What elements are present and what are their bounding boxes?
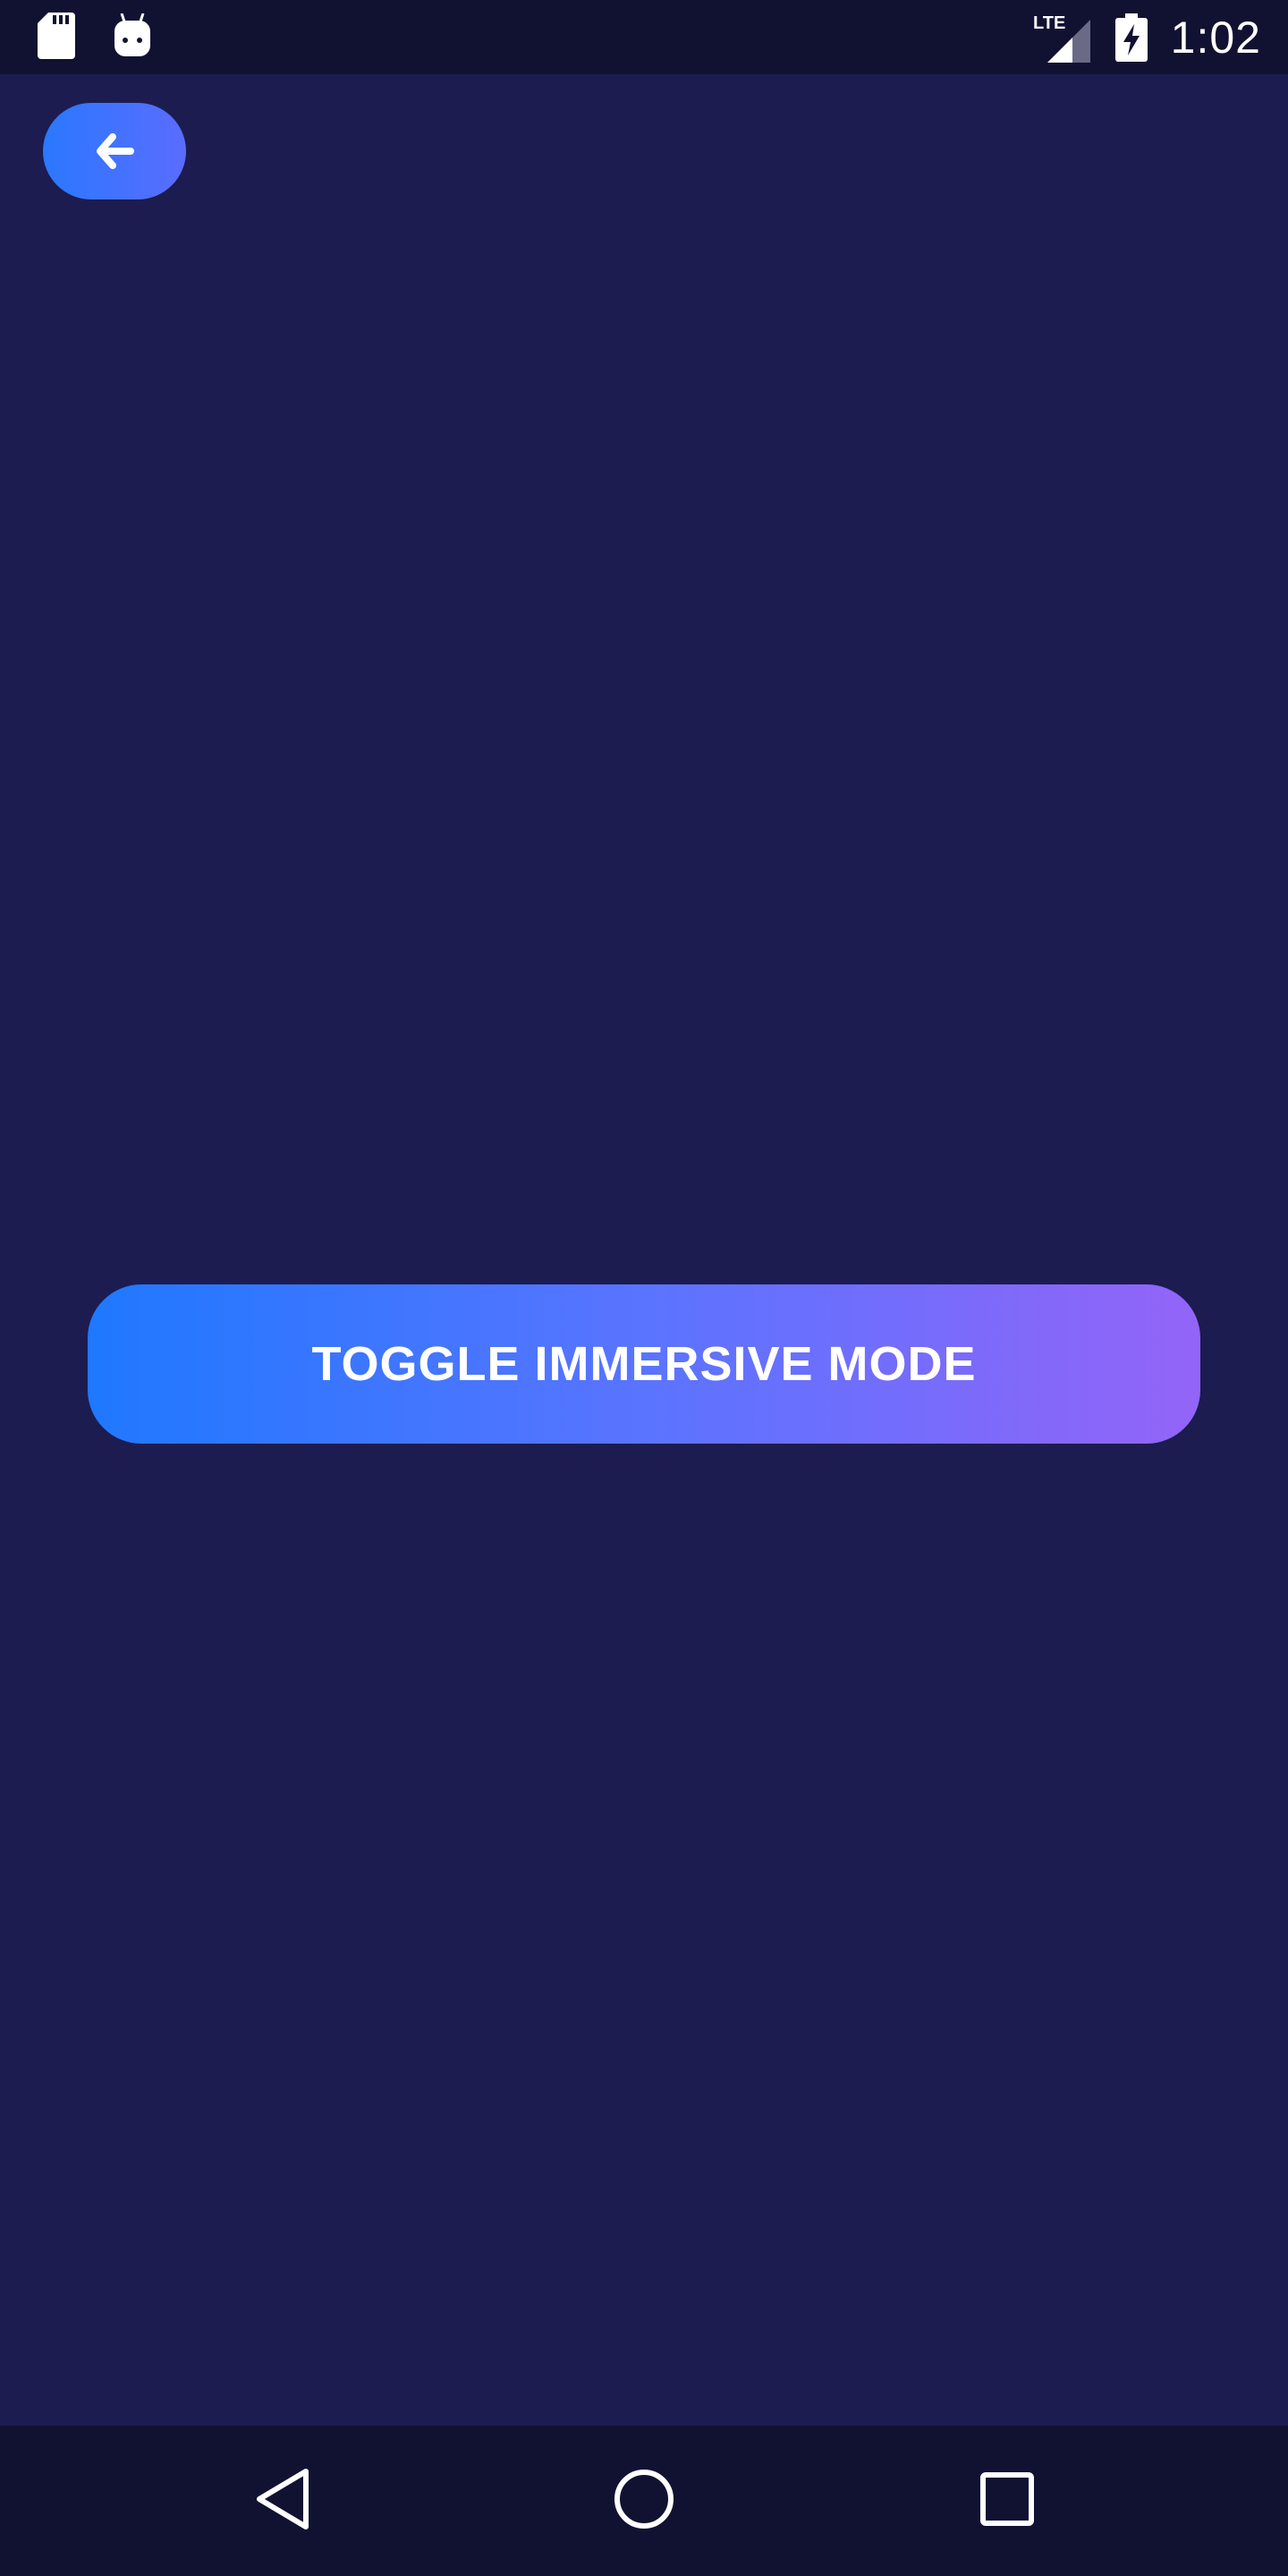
battery-charging-icon [1114,13,1148,62]
arrow-left-icon [95,133,134,169]
status-time: 1:02 [1170,13,1261,63]
nav-home-icon [613,2468,675,2535]
lte-signal-icon: LTE [1033,13,1090,63]
toggle-immersive-mode-label: TOGGLE IMMERSIVE MODE [311,1337,977,1391]
app-screen: LTE 1:02 TOGGLE IMMERSIVE MODE [0,0,1288,2576]
navigation-bar [0,2426,1288,2576]
nav-back-button[interactable] [211,2426,354,2576]
android-debug-icon [113,13,152,58]
status-left-icons [38,13,152,59]
status-bar: LTE 1:02 [0,0,1288,74]
network-label: LTE [1033,13,1065,33]
sd-card-icon [38,13,75,59]
status-right-icons: LTE 1:02 [1033,9,1261,66]
nav-home-button[interactable] [572,2426,716,2576]
nav-recents-icon [979,2471,1035,2531]
toggle-immersive-mode-button[interactable]: TOGGLE IMMERSIVE MODE [88,1284,1200,1444]
nav-back-icon [254,2468,311,2535]
nav-recents-button[interactable] [936,2426,1079,2576]
back-button[interactable] [43,103,186,199]
